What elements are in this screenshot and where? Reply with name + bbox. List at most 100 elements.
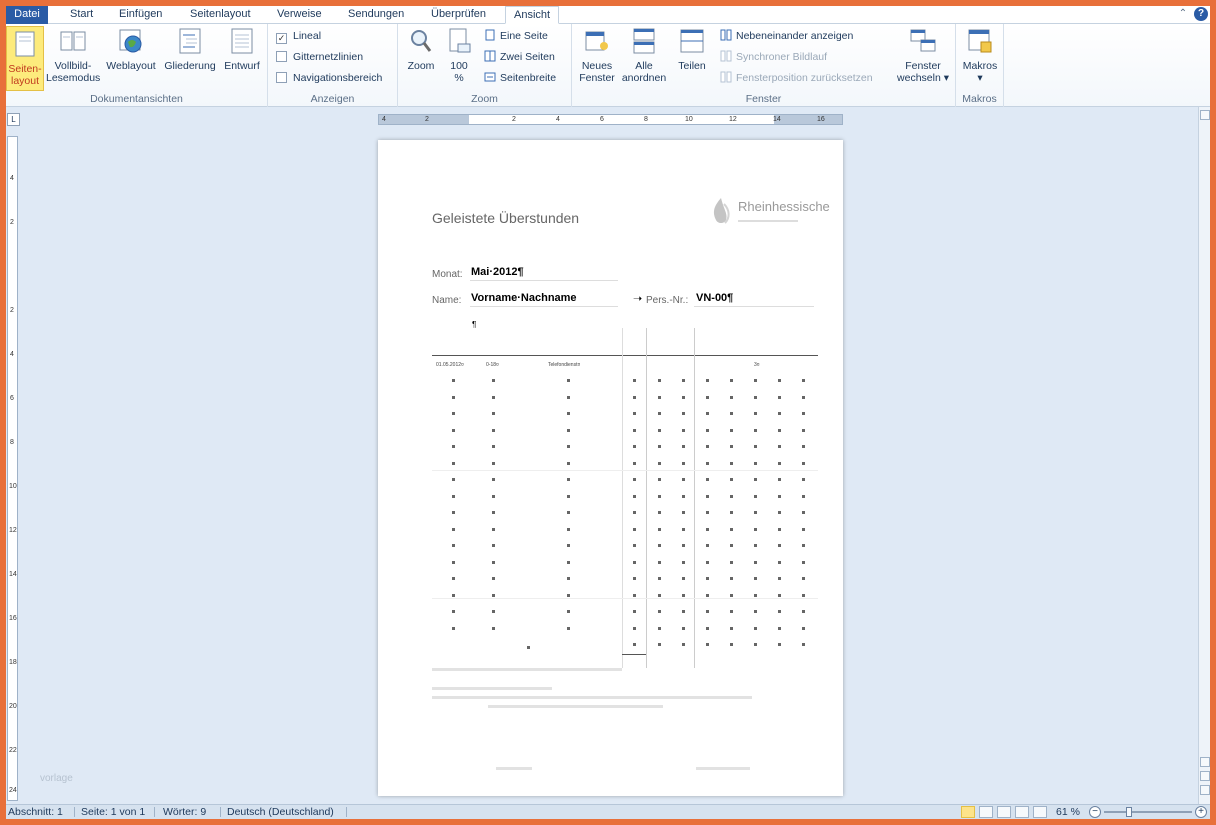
- table-cell-marker: [706, 544, 709, 547]
- seitenbreite-label: Seitenbreite: [500, 72, 557, 84]
- synchron-label: Synchroner Bildlauf: [736, 51, 828, 63]
- table-cell-marker: [754, 610, 757, 613]
- prev-page-icon[interactable]: [1200, 757, 1210, 767]
- table-cell-marker: [778, 412, 781, 415]
- side-by-side-icon: [720, 29, 732, 41]
- status-sprache[interactable]: Deutsch (Deutschland): [227, 806, 334, 819]
- table-cell-marker: [802, 379, 805, 382]
- eine-seite-button[interactable]: Eine Seite: [484, 27, 548, 45]
- table-cell-marker: [730, 395, 733, 399]
- table-cell-marker: [778, 643, 781, 646]
- name-value[interactable]: Vorname·Nachname: [471, 292, 577, 304]
- table-cell-marker: [658, 395, 661, 399]
- ruler-label: 4: [10, 175, 14, 182]
- checkmark-icon: ✓: [276, 33, 287, 44]
- status-seite[interactable]: Seite: 1 von 1: [81, 806, 145, 819]
- view-entwurf-icon[interactable]: [1033, 806, 1047, 818]
- signature-line: [496, 767, 532, 770]
- monat-value[interactable]: Mai·2012¶: [471, 266, 524, 278]
- tab-start[interactable]: Start: [70, 6, 93, 24]
- group-makros: Makros ▾ Makros: [956, 24, 1004, 107]
- table-cell-marker: [730, 428, 733, 432]
- status-abschnitt[interactable]: Abschnitt: 1: [8, 806, 63, 819]
- lineal-checkbox[interactable]: ✓ Lineal: [276, 27, 321, 45]
- zoom-100-button[interactable]: 100 %: [444, 26, 474, 84]
- browse-object-icon[interactable]: [1200, 771, 1210, 781]
- tab-sendungen[interactable]: Sendungen: [348, 6, 404, 24]
- zoom-in-icon[interactable]: +: [1195, 806, 1207, 818]
- neues-fenster-button[interactable]: Neues Fenster: [576, 26, 618, 84]
- document-page[interactable]: Geleistete Überstunden Rheinhessische Mo…: [378, 140, 843, 796]
- ruler-label: 2: [10, 219, 14, 226]
- zoom-slider[interactable]: [1104, 811, 1192, 813]
- next-page-icon[interactable]: [1200, 785, 1210, 795]
- zoom-slider-knob[interactable]: [1126, 807, 1132, 817]
- tab-einfuegen[interactable]: Einfügen: [119, 6, 162, 24]
- gliederung-button[interactable]: Gliederung: [161, 26, 219, 72]
- seitenlayout-button[interactable]: Seiten- layout: [6, 26, 44, 91]
- table-cell-marker: [802, 610, 805, 613]
- teilen-button[interactable]: Teilen: [672, 26, 712, 72]
- view-ruler-icon[interactable]: [1200, 110, 1210, 120]
- persnr-value[interactable]: VN-00¶: [696, 292, 733, 304]
- table-cell-marker: [802, 478, 805, 481]
- table-cell-marker: [492, 544, 495, 547]
- makros-button[interactable]: Makros ▾: [960, 26, 1000, 84]
- view-seitenlayout-icon[interactable]: [961, 806, 975, 818]
- minimize-ribbon-icon[interactable]: ⌃: [1176, 7, 1190, 21]
- vertical-scrollbar[interactable]: [1198, 107, 1210, 804]
- tab-selector-icon[interactable]: L: [7, 113, 20, 126]
- zoom-button[interactable]: Zoom: [404, 26, 438, 72]
- table-cell-marker: [706, 461, 709, 465]
- tab-verweise[interactable]: Verweise: [277, 6, 322, 24]
- seitenbreite-button[interactable]: Seitenbreite: [484, 69, 556, 87]
- vollbild-lesemodus-button[interactable]: Vollbild- Lesemodus: [46, 26, 100, 84]
- table-cell-marker: [682, 461, 685, 465]
- zwei-seiten-button[interactable]: Zwei Seiten: [484, 48, 555, 66]
- zoom-out-icon[interactable]: −: [1089, 806, 1101, 818]
- table-cell-marker: [706, 511, 709, 514]
- view-weblayout-icon[interactable]: [997, 806, 1011, 818]
- synchroner-bildlauf-button[interactable]: Synchroner Bildlauf: [720, 48, 827, 66]
- table-cell-marker: [754, 445, 757, 448]
- table-cell-marker: [492, 379, 495, 382]
- horizontal-ruler[interactable]: 4 2 2 4 6 8 10 12 14 16: [378, 114, 843, 125]
- table-cell-marker: [802, 428, 805, 432]
- zoom-level[interactable]: 61 %: [1056, 806, 1080, 819]
- table-cell-marker: [706, 478, 709, 481]
- nebeneinander-button[interactable]: Nebeneinander anzeigen: [720, 27, 853, 45]
- tab-seitenlayout[interactable]: Seitenlayout: [190, 6, 251, 24]
- group-dokumentansichten: Seiten- layout Vollbild- Lesemodus Webla…: [6, 24, 268, 107]
- vertical-ruler[interactable]: 4 2 2 4 6 8 10 12 14 16 18 20 22 24: [7, 136, 18, 801]
- table-cell-marker: [633, 478, 636, 481]
- fensterposition-button[interactable]: Fensterposition zurücksetzen: [720, 69, 873, 87]
- weblayout-button[interactable]: Weblayout: [103, 26, 159, 72]
- table-cell-marker: [452, 626, 455, 630]
- row-time: 0-18¤: [486, 362, 499, 368]
- navigationsbereich-checkbox[interactable]: Navigationsbereich: [276, 69, 382, 87]
- ruler-label: 6: [600, 116, 604, 123]
- tab-ueberpruefen[interactable]: Überprüfen: [431, 6, 486, 24]
- table-cell-marker: [567, 626, 570, 630]
- table-cell-marker: [492, 577, 495, 580]
- view-vollbild-icon[interactable]: [979, 806, 993, 818]
- ruler-label: 4: [382, 116, 386, 123]
- entwurf-button[interactable]: Entwurf: [220, 26, 264, 72]
- status-woerter[interactable]: Wörter: 9: [163, 806, 206, 819]
- table-cell-marker: [754, 395, 757, 399]
- table-cell-marker: [492, 461, 495, 465]
- logo-name: Rheinhessische: [738, 199, 830, 214]
- entwurf-label: Entwurf: [224, 60, 260, 72]
- ruler-label: 8: [644, 116, 648, 123]
- tab-ansicht[interactable]: Ansicht: [505, 6, 560, 24]
- fenster-wechseln-button[interactable]: Fenster wechseln ▾: [894, 26, 952, 84]
- table-cell-marker: [658, 544, 661, 547]
- table-cell-marker: [730, 412, 733, 415]
- help-icon[interactable]: ?: [1194, 7, 1208, 21]
- gitternetzlinien-checkbox[interactable]: Gitternetzlinien: [276, 48, 363, 66]
- ribbon: Seiten- layout Vollbild- Lesemodus Webla…: [6, 24, 1210, 107]
- alle-anordnen-button[interactable]: Alle anordnen: [618, 26, 670, 84]
- table-cell-marker: [754, 593, 757, 597]
- view-gliederung-icon[interactable]: [1015, 806, 1029, 818]
- tab-datei[interactable]: Datei: [6, 6, 48, 24]
